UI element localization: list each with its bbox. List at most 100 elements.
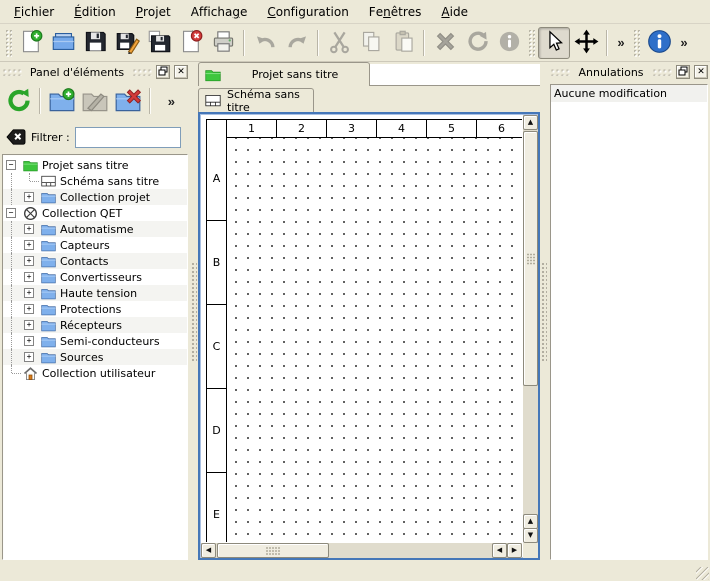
menu-aide[interactable]: Aide bbox=[431, 0, 478, 23]
save-button[interactable] bbox=[79, 27, 111, 59]
expand-toggle[interactable]: + bbox=[24, 288, 34, 298]
expand-toggle[interactable]: + bbox=[24, 320, 34, 330]
menu-dition[interactable]: Édition bbox=[64, 0, 126, 23]
float-panel-button[interactable] bbox=[676, 65, 690, 79]
collapse-toggle[interactable]: − bbox=[6, 160, 16, 170]
close-file-button[interactable] bbox=[175, 27, 207, 59]
application-window: FichierÉditionProjetAffichageConfigurati… bbox=[0, 0, 710, 581]
paste-button[interactable] bbox=[387, 27, 419, 59]
menu-fichier[interactable]: Fichier bbox=[4, 0, 64, 23]
tree-item-haute-tension[interactable]: +Haute tension bbox=[3, 285, 187, 301]
reload-button[interactable] bbox=[2, 84, 35, 118]
resize-grip[interactable] bbox=[696, 567, 709, 580]
collapse-toggle[interactable]: − bbox=[6, 208, 16, 218]
scroll-left-button-2[interactable]: ◀ bbox=[492, 543, 507, 558]
redo-button[interactable] bbox=[281, 27, 313, 59]
clear-filter-button[interactable] bbox=[6, 128, 26, 146]
vertical-scrollbar[interactable]: ▲ ▲ ▼ bbox=[523, 115, 538, 542]
diagram-canvas[interactable]: 123456 ABCDE bbox=[201, 115, 522, 542]
overflow-button[interactable]: » bbox=[155, 84, 188, 118]
element-info-button[interactable] bbox=[493, 27, 525, 59]
expand-toggle[interactable]: + bbox=[24, 256, 34, 266]
move-button[interactable] bbox=[570, 27, 602, 59]
tree-item-collection-projet[interactable]: +Collection projet bbox=[3, 189, 187, 205]
tree-item-sch-ma-sans-titre[interactable]: Schéma sans titre bbox=[3, 173, 187, 189]
save-as-button[interactable] bbox=[111, 27, 143, 59]
expand-toggle[interactable]: + bbox=[24, 192, 34, 202]
delete-category-button[interactable] bbox=[112, 84, 145, 118]
project-folder-icon bbox=[205, 68, 221, 82]
rotate-button[interactable] bbox=[461, 27, 493, 59]
expand-toggle[interactable]: + bbox=[24, 224, 34, 234]
row-label: E bbox=[207, 473, 227, 542]
scroll-left-button[interactable]: ◀ bbox=[201, 543, 216, 558]
tree-item-semi-conducteurs[interactable]: +Semi-conducteurs bbox=[3, 333, 187, 349]
horizontal-scrollbar[interactable]: ◀ ◀ ▶ bbox=[201, 543, 522, 558]
dock-texture bbox=[2, 68, 22, 76]
toolbar-handle[interactable] bbox=[633, 29, 640, 57]
project-tab[interactable]: Projet sans titre bbox=[198, 62, 370, 86]
tree-item-automatisme[interactable]: +Automatisme bbox=[3, 221, 187, 237]
right-splitter[interactable] bbox=[540, 62, 548, 562]
copy-button[interactable] bbox=[355, 27, 387, 59]
tree-item-r-cepteurs[interactable]: +Récepteurs bbox=[3, 317, 187, 333]
close-panel-button[interactable]: ✕ bbox=[174, 65, 188, 79]
tree-guide bbox=[3, 285, 21, 301]
vertical-scrollbar-thumb[interactable] bbox=[523, 131, 538, 386]
menu-configuration[interactable]: Configuration bbox=[257, 0, 358, 23]
folder-icon bbox=[39, 253, 57, 269]
cut-button[interactable] bbox=[323, 27, 355, 59]
expand-toggle[interactable]: + bbox=[24, 240, 34, 250]
tree-item-capteurs[interactable]: +Capteurs bbox=[3, 237, 187, 253]
float-panel-button[interactable] bbox=[156, 65, 170, 79]
expand-toggle[interactable]: + bbox=[24, 304, 34, 314]
new-category-icon bbox=[49, 87, 75, 116]
menu-fentres[interactable]: Fenêtres bbox=[359, 0, 432, 23]
open-project-button[interactable] bbox=[47, 27, 79, 59]
tree-guide: + bbox=[21, 253, 39, 269]
overflow-button[interactable]: » bbox=[675, 27, 693, 59]
expand-toggle[interactable]: + bbox=[24, 336, 34, 346]
schema-tab[interactable]: Schéma sans titre bbox=[198, 88, 314, 112]
undo-icon bbox=[253, 29, 278, 57]
scroll-up-button-2[interactable]: ▲ bbox=[523, 514, 538, 529]
delete-button[interactable] bbox=[429, 27, 461, 59]
toolbar-handle[interactable] bbox=[5, 29, 12, 57]
menu-affichage[interactable]: Affichage bbox=[181, 0, 258, 23]
tree-item-projet-sans-titre[interactable]: −Projet sans titre bbox=[3, 157, 187, 173]
filter-input[interactable] bbox=[75, 127, 181, 148]
select-arrow-button[interactable] bbox=[538, 27, 570, 59]
new-category-button[interactable] bbox=[45, 84, 78, 118]
undo-button[interactable] bbox=[249, 27, 281, 59]
new-document-button[interactable] bbox=[15, 27, 47, 59]
close-file-icon bbox=[179, 29, 204, 57]
edit-category-button[interactable] bbox=[78, 84, 111, 118]
tree-item-contacts[interactable]: +Contacts bbox=[3, 253, 187, 269]
close-panel-button[interactable]: ✕ bbox=[694, 65, 708, 79]
tree-item-convertisseurs[interactable]: +Convertisseurs bbox=[3, 269, 187, 285]
tree-item-collection-qet[interactable]: −Collection QET bbox=[3, 205, 187, 221]
overflow-button[interactable]: » bbox=[612, 27, 630, 59]
undo-history-list[interactable]: Aucune modification bbox=[550, 84, 708, 560]
scroll-right-button[interactable]: ▶ bbox=[507, 543, 522, 558]
tree-item-sources[interactable]: +Sources bbox=[3, 349, 187, 365]
save-all-button[interactable] bbox=[143, 27, 175, 59]
scroll-down-button[interactable]: ▼ bbox=[523, 528, 538, 543]
toolbar-handle[interactable] bbox=[528, 29, 535, 57]
scrollbar-track[interactable] bbox=[329, 543, 492, 558]
tree-item-protections[interactable]: +Protections bbox=[3, 301, 187, 317]
horizontal-scrollbar-thumb[interactable] bbox=[217, 543, 329, 558]
menu-projet[interactable]: Projet bbox=[126, 0, 181, 23]
scroll-up-button[interactable]: ▲ bbox=[523, 115, 538, 130]
toolbar-separator bbox=[423, 30, 425, 56]
expand-toggle[interactable]: + bbox=[24, 352, 34, 362]
tree-item-collection-utilisateur[interactable]: Collection utilisateur bbox=[3, 365, 187, 381]
undo-list-item[interactable]: Aucune modification bbox=[551, 85, 707, 102]
expand-toggle[interactable]: + bbox=[24, 272, 34, 282]
left-splitter[interactable] bbox=[190, 62, 198, 562]
print-button[interactable] bbox=[207, 27, 239, 59]
column-label: 4 bbox=[377, 120, 427, 138]
about-button[interactable] bbox=[643, 27, 675, 59]
reload-icon bbox=[6, 87, 32, 116]
diagram-view[interactable]: 123456 ABCDE ▲ ▲ ▼ ◀ ◀ ▶ bbox=[198, 112, 540, 560]
